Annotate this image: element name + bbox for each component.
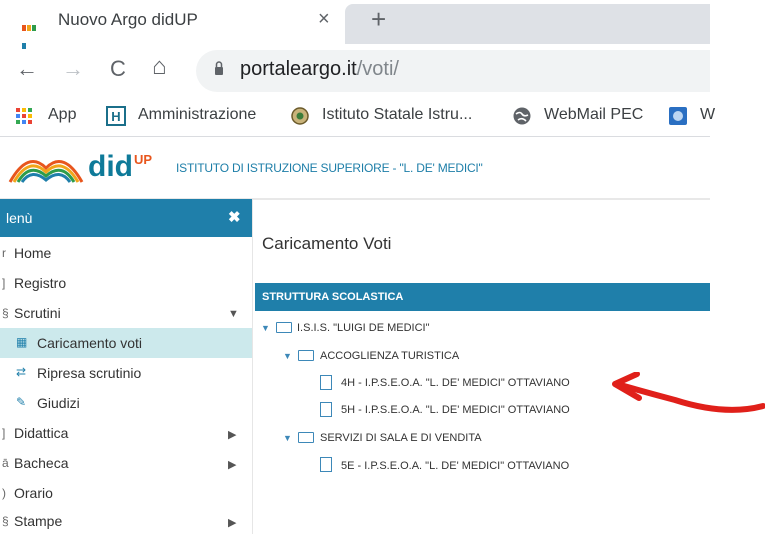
folder-open-icon	[298, 350, 314, 361]
page-title: Caricamento Voti	[262, 234, 392, 253]
sidebar-item-label: Bacheca	[14, 455, 69, 471]
sidebar-item-label: Stampe	[14, 513, 63, 529]
tree-leaf-class-5e[interactable]: 5E - I.P.S.E.O.A. "L. DE' MEDICI" OTTAVI…	[341, 460, 569, 472]
folder-open-icon	[276, 322, 292, 333]
lock-icon	[215, 61, 223, 75]
menu-close-icon[interactable]: ✖	[228, 208, 241, 226]
tab-title: Nuovo Argo didUP	[58, 10, 198, 29]
svg-text:H: H	[111, 109, 120, 124]
sidebar-item-label: Home	[14, 245, 52, 261]
tab-close-icon[interactable]: ×	[318, 8, 330, 31]
home-button[interactable]: ⌂	[152, 53, 167, 81]
edit-icon: ✎	[16, 395, 27, 409]
chevron-right-icon: ▶	[228, 517, 237, 529]
didup-logo-icon	[8, 160, 84, 183]
back-button[interactable]: ←	[16, 56, 38, 82]
bookmark-webmail[interactable]: WebMail PEC	[544, 106, 643, 124]
menu-title: lenù	[6, 210, 33, 226]
panel-title: STRUTTURA SCOLASTICA	[262, 291, 404, 303]
chevron-right-icon: ▶	[228, 429, 237, 441]
apps-grid-icon	[16, 108, 32, 124]
new-tab-button[interactable]: +	[371, 4, 386, 35]
red-annotation-arrow-icon	[612, 372, 765, 413]
home-icon: r	[2, 246, 6, 260]
sidebar-item-label: Ripresa scrutinio	[37, 365, 142, 381]
folder-open-icon	[298, 432, 314, 443]
sidebar-item-label: Didattica	[14, 425, 69, 441]
stampe-icon: §	[2, 514, 9, 528]
logo-text: did	[88, 150, 133, 183]
tree-expand-icon[interactable]: ▼	[283, 433, 292, 443]
bookmark-istituto[interactable]: Istituto Statale Istru...	[322, 106, 472, 124]
bookmark-w[interactable]: W	[700, 106, 715, 124]
sidebar-item-giudizi[interactable]: ✎ Giudizi	[0, 388, 252, 418]
sidebar-item-label: Orario	[14, 485, 53, 501]
globe-icon	[513, 107, 531, 125]
file-icon	[320, 457, 332, 472]
sidebar-item-ripresa-scrutinio[interactable]: ⇄ Ripresa scrutinio	[0, 358, 252, 388]
url-text[interactable]: portaleargo.it/voti/	[240, 58, 399, 81]
tree-node-accoglienza-turistica[interactable]: ACCOGLIENZA TURISTICA	[320, 350, 459, 362]
reload-button[interactable]: C	[110, 56, 126, 82]
sidebar-item-didattica[interactable]: ] Didattica ▶	[0, 418, 252, 448]
file-icon	[320, 375, 332, 390]
sidebar-item-label: Giudizi	[37, 395, 80, 411]
sidebar-item-stampe[interactable]: § Stampe ▶	[0, 504, 252, 534]
sidebar-item-scrutini[interactable]: § Scrutini ▼	[0, 298, 252, 328]
url-host: portaleargo.it	[240, 58, 357, 80]
tree-leaf-class-5h[interactable]: 5H - I.P.S.E.O.A. "L. DE' MEDICI" OTTAVI…	[341, 404, 570, 416]
tree-node-root[interactable]: I.S.I.S. "LUIGI DE MEDICI"	[297, 322, 430, 334]
sidebar-item-caricamento-voti[interactable]: ▦ Caricamento voti	[0, 328, 252, 358]
bookmark-amministrazione[interactable]: Amministrazione	[138, 106, 256, 124]
chevron-down-icon: ▼	[228, 308, 239, 320]
chevron-right-icon: ▶	[228, 459, 237, 471]
register-icon: ]	[2, 276, 6, 290]
tree-node-servizi-sala-vendita[interactable]: SERVIZI DI SALA E DI VENDITA	[320, 432, 482, 444]
bacheca-icon: ā	[2, 456, 9, 470]
file-icon	[320, 402, 332, 417]
school-name: ISTITUTO DI ISTRUZIONE SUPERIORE - "L. D…	[176, 161, 483, 175]
emblem-icon	[291, 107, 309, 125]
tree-expand-icon[interactable]: ▼	[261, 323, 270, 333]
didattica-icon: ]	[2, 426, 6, 440]
bookmark-app[interactable]: App	[48, 106, 76, 124]
menu-header	[0, 199, 252, 237]
sidebar-item-label: Registro	[14, 275, 67, 291]
bookmark-site-icon	[669, 107, 687, 125]
tree-leaf-class-4h[interactable]: 4H - I.P.S.E.O.A. "L. DE' MEDICI" OTTAVI…	[341, 377, 570, 389]
tab-strip-empty-area	[345, 4, 710, 44]
forward-button[interactable]: →	[62, 56, 84, 82]
logo-superscript: UP	[134, 152, 153, 167]
sidebar-item-bacheca[interactable]: ā Bacheca ▶	[0, 448, 252, 478]
sidebar-item-label: Scrutini	[14, 305, 61, 321]
orario-icon: )	[2, 486, 6, 500]
amministrazione-icon: H	[106, 106, 126, 126]
tree-expand-icon[interactable]: ▼	[283, 351, 292, 361]
refresh-icon: ⇄	[16, 365, 27, 379]
scrutini-icon: §	[2, 306, 9, 320]
sidebar-item-registro[interactable]: ] Registro	[0, 268, 252, 298]
grid-icon: ▦	[16, 335, 28, 349]
sidebar-item-home[interactable]: r Home	[0, 238, 252, 268]
sidebar-item-label: Caricamento voti	[37, 335, 143, 351]
tab-favicon-icon	[22, 18, 40, 49]
url-path: /voti/	[356, 58, 399, 80]
